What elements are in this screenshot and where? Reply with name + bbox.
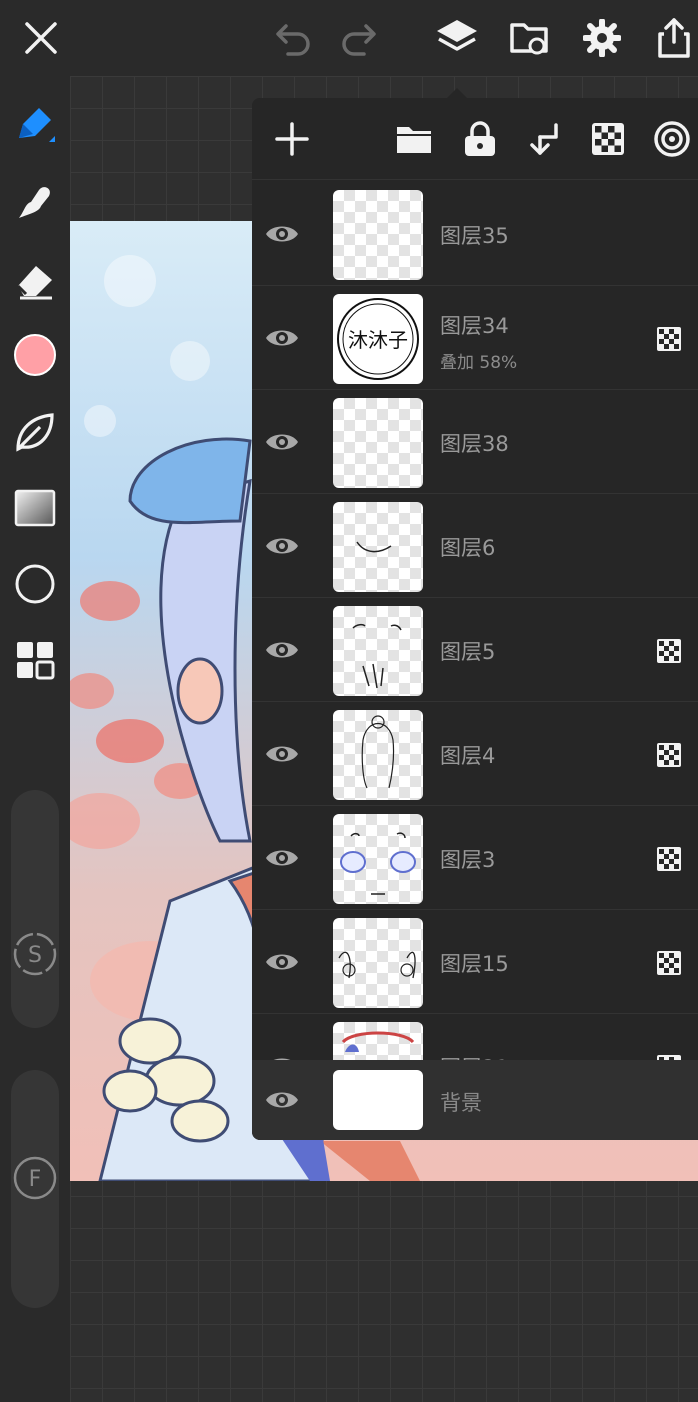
layer-name: 图层6	[440, 536, 496, 560]
flow-slider[interactable]: F	[11, 1070, 59, 1308]
size-slider[interactable]: S	[11, 790, 59, 1028]
size-slider-knob[interactable]: S	[13, 932, 57, 976]
layer-row[interactable]: 图层4	[252, 702, 698, 806]
layer-name: 图层15	[440, 952, 509, 976]
layer-thumbnail	[333, 1022, 423, 1060]
redo-icon[interactable]	[334, 14, 382, 62]
layer-thumbnail	[333, 398, 423, 488]
layers-icon[interactable]	[433, 14, 481, 62]
eraser-icon[interactable]	[11, 256, 59, 304]
size-slider-label: S	[28, 943, 42, 968]
layer-thumbnail	[333, 814, 423, 904]
background-layer-row[interactable]: 背景	[252, 1060, 698, 1140]
layer-thumbnail	[333, 606, 423, 696]
layer-row[interactable]: 沐沐子 图层34 叠加 58%	[252, 286, 698, 390]
left-toolbar: S F	[0, 76, 70, 1402]
top-toolbar	[0, 0, 698, 76]
background-thumbnail	[333, 1070, 423, 1130]
layer-row[interactable]: 图层3	[252, 806, 698, 910]
layer-list[interactable]: 图层35 沐沐子 图层34 叠加 58% 图层38 图层6 图层5 图层4 图层…	[252, 182, 698, 1060]
layer-name: 图层34	[440, 314, 509, 338]
flow-slider-label: F	[29, 1167, 42, 1192]
layers-panel-toolbar	[252, 98, 698, 180]
background-layer-name: 背景	[440, 1091, 482, 1115]
layer-name: 图层35	[440, 224, 509, 248]
alpha-lock-icon[interactable]	[656, 326, 682, 352]
add-icon[interactable]	[268, 115, 316, 163]
visibility-eye-icon[interactable]	[260, 836, 304, 880]
checker-icon[interactable]	[584, 115, 632, 163]
layers-panel: 图层35 沐沐子 图层34 叠加 58% 图层38 图层6 图层5 图层4 图层…	[252, 98, 698, 1140]
layer-row[interactable]: 图层6	[252, 494, 698, 598]
share-icon[interactable]	[650, 14, 698, 62]
visibility-eye-icon[interactable]	[260, 316, 304, 360]
layer-thumbnail	[333, 502, 423, 592]
visibility-eye-icon[interactable]	[260, 732, 304, 776]
layer-row[interactable]: 图层21	[252, 1014, 698, 1060]
layer-name: 图层3	[440, 848, 496, 872]
layer-row[interactable]: 图层15	[252, 910, 698, 1014]
visibility-eye-icon[interactable]	[260, 420, 304, 464]
lock-icon[interactable]	[456, 115, 504, 163]
merge-down-icon[interactable]	[520, 115, 568, 163]
grid-icon[interactable]	[11, 636, 59, 684]
gear-icon[interactable]	[578, 14, 626, 62]
folder-cloud-icon[interactable]	[506, 14, 554, 62]
visibility-eye-icon[interactable]	[260, 212, 304, 256]
gradient-icon[interactable]	[11, 484, 59, 532]
leaf-icon[interactable]	[11, 408, 59, 456]
undo-icon[interactable]	[270, 14, 318, 62]
visibility-eye-icon[interactable]	[260, 1044, 304, 1060]
layer-name: 图层5	[440, 640, 496, 664]
layer-row[interactable]: 图层38	[252, 390, 698, 494]
app-root: S F 图层35 沐沐子 图层34 叠加 58% 图层38 图层6 图层5 图层…	[0, 0, 698, 1402]
alpha-lock-icon[interactable]	[656, 846, 682, 872]
smudge-icon[interactable]	[11, 178, 59, 226]
layer-thumbnail	[333, 918, 423, 1008]
layer-thumbnail	[333, 190, 423, 280]
folder-icon[interactable]	[390, 115, 438, 163]
layer-blend-mode: 叠加 58%	[440, 353, 518, 373]
circle-icon[interactable]	[11, 560, 59, 608]
layer-row[interactable]: 图层35	[252, 182, 698, 286]
flow-slider-knob[interactable]: F	[13, 1156, 57, 1200]
close-icon[interactable]	[17, 14, 65, 62]
pen-icon[interactable]	[11, 102, 59, 150]
visibility-eye-icon[interactable]	[260, 940, 304, 984]
layer-row[interactable]: 图层5	[252, 598, 698, 702]
layer-thumbnail: 沐沐子	[333, 294, 423, 384]
layer-name: 图层21	[440, 1052, 509, 1060]
alpha-lock-icon[interactable]	[656, 742, 682, 768]
color-swatch[interactable]	[11, 331, 59, 379]
layer-thumbnail	[333, 710, 423, 800]
alpha-lock-icon[interactable]	[656, 950, 682, 976]
visibility-eye-icon[interactable]	[260, 628, 304, 672]
visibility-eye-icon[interactable]	[260, 1078, 304, 1122]
thumbnail-logo-text: 沐沐子	[348, 328, 408, 352]
visibility-eye-icon[interactable]	[260, 524, 304, 568]
layer-name: 图层38	[440, 432, 509, 456]
alpha-lock-icon[interactable]	[656, 638, 682, 664]
layer-name: 图层4	[440, 744, 496, 768]
target-icon[interactable]	[648, 115, 696, 163]
